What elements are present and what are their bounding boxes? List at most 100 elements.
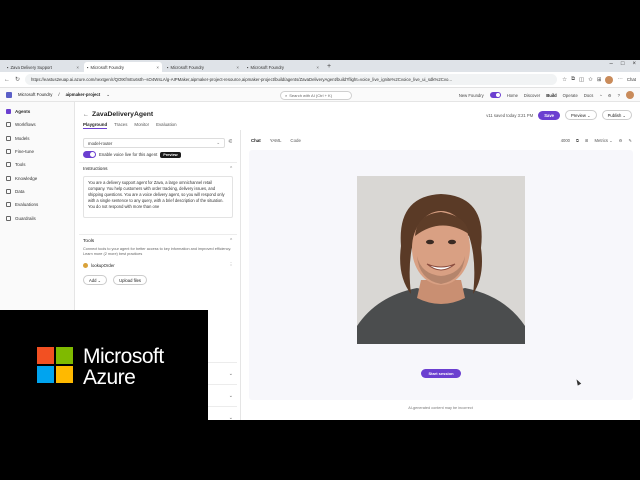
sidebar-item-label: Evaluations	[15, 202, 39, 208]
split-screen-icon[interactable]: ◫	[579, 77, 584, 83]
logo-square-blue	[37, 366, 54, 383]
browser-tab[interactable]: ▪ Zava Delivery Support ×	[4, 62, 82, 72]
avatar-portrait	[357, 176, 525, 344]
new-tab-button[interactable]: +	[327, 62, 331, 72]
close-window-icon[interactable]: ×	[632, 61, 636, 67]
menu-dots-icon[interactable]: ⋯	[617, 77, 623, 83]
app-header: Microsoft Foundry / aipmaker-project ⌄ ⌕…	[0, 88, 640, 102]
agent-tabs: Playground Traces Monitor Evaluation	[83, 122, 177, 129]
chevron-down-icon: ⌄	[228, 415, 233, 420]
data-icon	[6, 188, 11, 194]
tune-settings-icon[interactable]: ⚟	[228, 139, 233, 145]
tools-header[interactable]: Tools ⌃	[79, 235, 237, 244]
voice-live-row: Enable voice live for this agent Preview	[83, 151, 181, 158]
publish-label: Publish	[607, 112, 622, 118]
tab-chat[interactable]: Chat	[251, 138, 261, 143]
chat-panel: Chat YAML Code 4000 ⧉ ⊞ Metrics ⌄ ⚙ ✎ St…	[241, 130, 640, 420]
sidebar-item-evaluations[interactable]: Evaluations	[0, 198, 74, 211]
workflows-icon	[6, 122, 11, 128]
project-selector[interactable]: aipmaker-project	[66, 92, 101, 97]
favicon-icon: ▪	[247, 64, 249, 70]
sidebar-item-knowledge[interactable]: Knowledge	[0, 171, 74, 184]
separator-icon: /	[58, 92, 60, 97]
tab-yaml[interactable]: YAML	[270, 138, 282, 143]
instructions-header[interactable]: Instructions ⌃	[79, 163, 237, 172]
back-arrow-icon[interactable]: ←	[83, 112, 89, 118]
sidebar-item-models[interactable]: Models	[0, 132, 74, 145]
tab-monitor[interactable]: Monitor	[134, 122, 149, 129]
nav-operate[interactable]: Operate	[563, 93, 578, 98]
browser-tab-active[interactable]: ▪ Microsoft Foundry ×	[84, 62, 162, 72]
minimize-icon[interactable]: –	[610, 61, 613, 67]
new-chat-icon[interactable]: ✎	[628, 138, 632, 143]
tab-playground[interactable]: Playground	[83, 122, 108, 129]
guardrails-icon	[6, 215, 11, 221]
grid-icon[interactable]: ⊞	[585, 138, 589, 143]
browser-tab[interactable]: ▪ Microsoft Foundry ×	[164, 62, 242, 72]
brand-name[interactable]: Microsoft Foundry	[18, 92, 52, 97]
tool-item[interactable]: lookupOrder ⋮	[79, 257, 237, 268]
url-field[interactable]: https://eastus2euap.ai.azure.com/nextgen…	[25, 74, 558, 85]
voice-live-toggle[interactable]	[83, 151, 96, 158]
tab-label: Microsoft Foundry	[90, 64, 125, 70]
version-label[interactable]: v11 saved today 3:21 PM	[486, 113, 533, 118]
add-tool-button[interactable]: Add ⌄	[83, 275, 108, 285]
tab-traces[interactable]: Traces	[114, 122, 127, 129]
collections-icon[interactable]: ⊞	[597, 77, 602, 83]
close-tab-icon[interactable]: ×	[316, 65, 319, 70]
settings-icon[interactable]: ⚙	[619, 138, 623, 143]
favorites-icon[interactable]: ✩	[588, 77, 593, 83]
save-button[interactable]: Save	[538, 110, 560, 120]
sidebar-item-data[interactable]: Data	[0, 185, 74, 198]
metrics-label: Metrics	[594, 138, 609, 143]
preview-label: Preview	[570, 112, 586, 118]
search-input[interactable]: ⌕ Search with AI (Ctrl + K)	[280, 90, 352, 100]
model-select[interactable]: model-router ⌄	[83, 138, 225, 148]
close-tab-icon[interactable]: ×	[76, 65, 79, 70]
maximize-icon[interactable]: □	[621, 61, 625, 67]
profile-avatar[interactable]	[605, 75, 614, 84]
help-icon[interactable]: ?	[618, 93, 620, 98]
window-controls: – □ ×	[610, 61, 636, 67]
nav-discover[interactable]: Discover	[524, 93, 540, 98]
upload-files-button[interactable]: Upload files	[113, 275, 148, 285]
start-session-button[interactable]: Start session	[421, 369, 461, 378]
star-icon[interactable]: ☆	[562, 77, 567, 83]
search-icon: ⌕	[285, 92, 288, 98]
sidebar-item-guardrails[interactable]: Guardrails	[0, 211, 74, 224]
publish-button[interactable]: Publish ⌄	[601, 110, 632, 120]
copy-icon[interactable]: ⧉	[576, 138, 579, 143]
notifications-icon[interactable]: ◔	[599, 93, 602, 98]
foundry-logo-icon	[6, 91, 12, 98]
extensions-icon[interactable]: ⧉	[571, 76, 575, 83]
sidebar-item-tools[interactable]: Tools	[0, 158, 74, 171]
nav-build[interactable]: Build	[546, 93, 556, 98]
chevron-down-icon: ⌄	[228, 371, 233, 377]
browser-tab[interactable]: ▪ Microsoft Foundry ×	[244, 62, 322, 72]
metrics-dropdown[interactable]: Metrics ⌄	[595, 138, 613, 143]
tab-label: Microsoft Foundry	[250, 64, 285, 70]
browser-toolbar-icons: ☆ ⧉ ◫ ✩ ⊞ ⋯ Chat	[562, 75, 636, 84]
refresh-icon[interactable]: ↻	[15, 76, 20, 83]
nav-docs[interactable]: Docs	[584, 93, 594, 98]
user-avatar[interactable]	[626, 91, 634, 99]
preview-button[interactable]: Preview ⌄	[564, 110, 597, 120]
sidebar-item-workflows[interactable]: Workflows	[0, 118, 74, 131]
close-tab-icon[interactable]: ×	[156, 65, 159, 70]
new-foundry-toggle[interactable]	[489, 92, 501, 98]
tab-evaluation[interactable]: Evaluation	[156, 122, 177, 129]
sidebar-item-agents[interactable]: Agents	[0, 105, 74, 118]
logo-square-red	[37, 347, 54, 364]
tab-code[interactable]: Code	[290, 138, 301, 143]
settings-icon[interactable]: ⚙	[608, 93, 612, 98]
close-tab-icon[interactable]: ×	[236, 65, 239, 70]
instructions-textarea[interactable]: You are a delivery support agent for Zav…	[83, 176, 233, 218]
agent-actions: v11 saved today 3:21 PM Save Preview ⌄ P…	[486, 110, 632, 120]
back-arrow-icon[interactable]: ←	[4, 77, 10, 83]
nav-home[interactable]: Home	[507, 93, 518, 98]
more-vertical-icon[interactable]: ⋮	[229, 262, 233, 268]
sidebar-item-finetune[interactable]: Fine-tune	[0, 145, 74, 158]
tool-name: lookupOrder	[91, 262, 115, 268]
copilot-chat-button[interactable]: Chat	[627, 77, 636, 82]
favicon-icon: ▪	[7, 64, 9, 70]
